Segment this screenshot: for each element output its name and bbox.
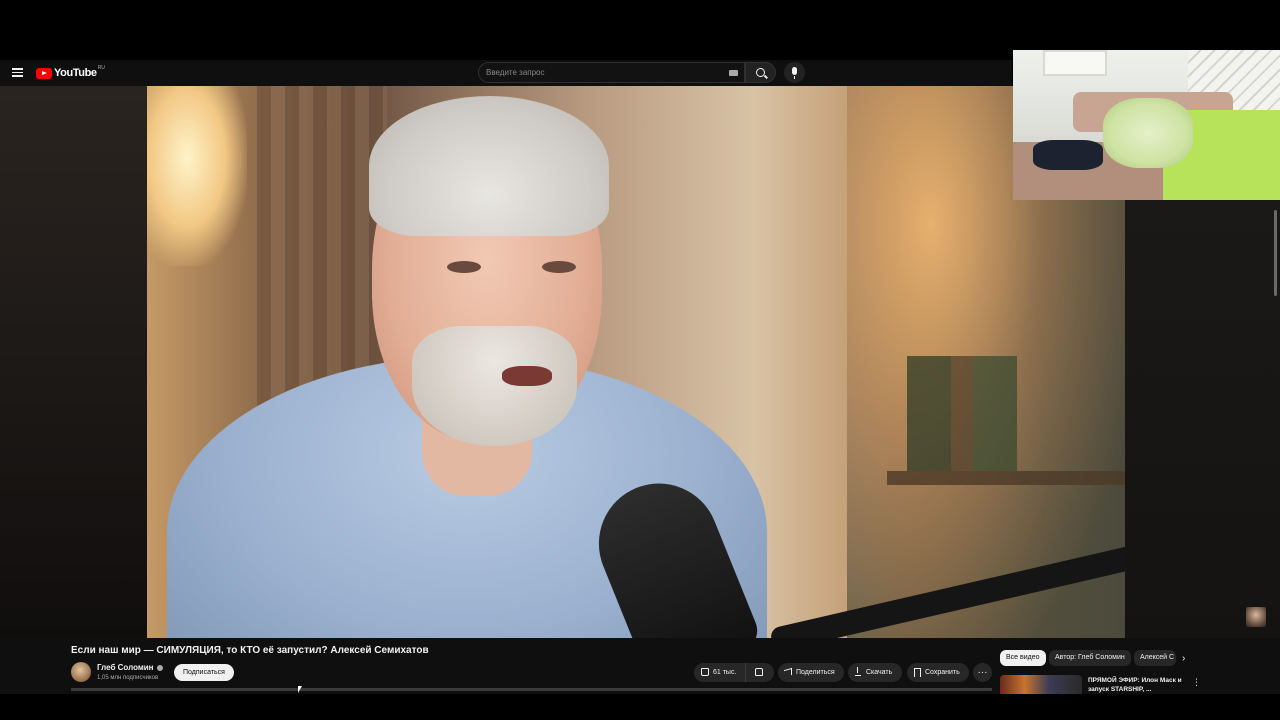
dislike-button[interactable] — [745, 663, 774, 682]
save-label: Сохранить — [925, 669, 960, 676]
progress-bar[interactable] — [71, 688, 992, 691]
pip-scene-clothes — [1033, 140, 1103, 170]
recommendation-title[interactable]: ПРЯМОЙ ЭФИР: Илон Маск и запуск STARSHIP… — [1088, 676, 1188, 694]
speaker-hair — [369, 96, 609, 236]
chip-author[interactable]: Автор: Глеб Соломин — [1049, 650, 1131, 666]
video-scene-lamp — [147, 86, 247, 266]
subscriber-count: 1,05 млн подписчиков — [97, 675, 159, 681]
hamburger-icon[interactable] — [12, 68, 23, 77]
play-logo-icon — [36, 67, 52, 79]
bottom-letterbox — [0, 694, 1280, 720]
chip-alexey[interactable]: Алексей С — [1134, 650, 1176, 666]
recommendation-menu-icon[interactable]: ⋮ — [1192, 676, 1201, 688]
search-button[interactable] — [745, 62, 776, 83]
youtube-logo[interactable]: YouTube RU — [36, 65, 105, 80]
subscribe-button[interactable]: Подписаться — [174, 664, 234, 681]
like-dislike-group: 61 тыс. — [694, 663, 774, 682]
scrollbar-thumb[interactable] — [1274, 210, 1277, 296]
download-label: Скачать — [866, 669, 893, 676]
share-button[interactable]: Поделиться — [778, 663, 844, 682]
save-button[interactable]: Сохранить — [907, 663, 969, 682]
like-count: 61 тыс. — [713, 669, 737, 676]
channel-name[interactable]: Глеб Соломин — [97, 663, 154, 672]
logo-region: RU — [97, 65, 105, 71]
speaker-beard — [412, 326, 577, 446]
thumbs-up-icon — [701, 668, 709, 676]
page-background-right — [1125, 200, 1280, 638]
page-background-left — [0, 86, 147, 638]
recommendation-thumbnail[interactable] — [1000, 675, 1082, 694]
chip-all-videos[interactable]: Все видео — [1000, 650, 1046, 666]
search-placeholder: Введите запрос — [486, 68, 545, 77]
download-button[interactable]: Скачать — [848, 663, 902, 682]
speaker-eye-right — [542, 261, 576, 273]
speaker-eye-left — [447, 261, 481, 273]
channel-name-row[interactable]: Глеб Соломин — [97, 663, 163, 672]
pip-scene-window — [1043, 50, 1107, 76]
search-icon — [756, 68, 765, 77]
keyboard-icon[interactable] — [729, 70, 738, 76]
share-icon — [784, 667, 792, 678]
bookmark-icon — [914, 668, 921, 677]
mic-icon — [792, 67, 797, 79]
like-button[interactable]: 61 тыс. — [694, 663, 744, 682]
video-scene-books — [907, 356, 1017, 471]
search-input[interactable]: Введите запрос — [478, 62, 745, 83]
video-player[interactable] — [147, 86, 1125, 638]
logo-text: YouTube — [54, 67, 97, 79]
verified-icon — [156, 664, 163, 671]
chevron-right-icon[interactable]: › — [1182, 653, 1194, 665]
share-label: Поделиться — [796, 669, 835, 676]
more-actions-button[interactable]: ··· — [973, 663, 992, 682]
mouse-cursor-icon — [298, 686, 302, 693]
channel-avatar[interactable] — [71, 662, 91, 682]
download-icon — [855, 667, 861, 676]
speaker-mouth — [502, 366, 552, 386]
voice-search-button[interactable] — [784, 62, 805, 83]
video-scene-shelf-board — [887, 471, 1125, 485]
picture-in-picture-video[interactable] — [1013, 50, 1280, 200]
video-title: Если наш мир — СИМУЛЯЦИЯ, то КТО её запу… — [71, 645, 429, 656]
pip-scene-blanket — [1103, 98, 1193, 168]
user-avatar[interactable] — [1246, 607, 1266, 627]
thumbs-down-icon — [755, 668, 763, 676]
